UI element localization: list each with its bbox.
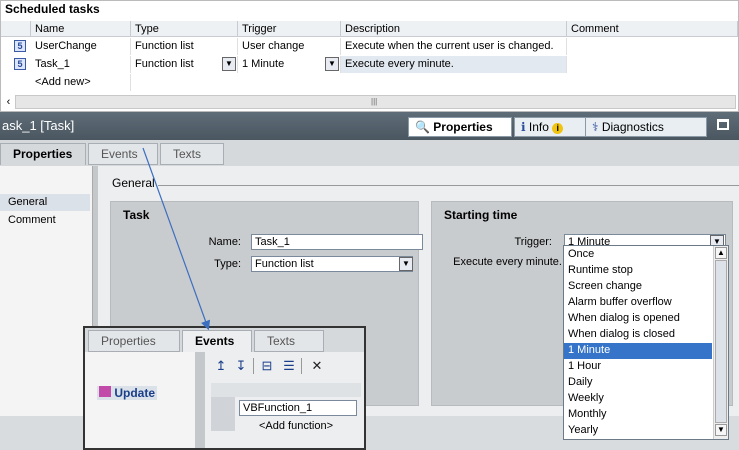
move-up-icon[interactable]: ↥ — [213, 358, 229, 374]
divider — [158, 185, 739, 186]
events-inset: Properties Events Texts Update ↥ ↧ ⊟ ☰ ✕… — [83, 326, 366, 450]
add-function-row[interactable]: <Add function> — [259, 420, 333, 432]
chevron-down-icon[interactable]: ▼ — [222, 57, 236, 71]
task-heading: Task — [123, 208, 150, 222]
info-badge: i — [552, 123, 564, 134]
name-label: Name: — [208, 236, 241, 248]
col-header-name[interactable]: Name — [31, 21, 131, 37]
scroll-thumb[interactable] — [715, 260, 727, 423]
chevron-down-icon[interactable]: ▼ — [715, 424, 727, 436]
table-title: Scheduled tasks — [5, 2, 100, 16]
list-icon[interactable]: ☰ — [281, 358, 297, 374]
type-select[interactable]: Function list — [251, 256, 413, 272]
properties-icon: 🔍 — [415, 120, 430, 134]
function-field[interactable]: VBFunction_1 — [239, 400, 357, 416]
diagnostics-icon: ⚕ — [592, 120, 599, 134]
add-new-row[interactable]: <Add new> — [31, 74, 131, 91]
tab-properties[interactable]: 🔍 Properties — [408, 117, 512, 137]
inset-tab-texts[interactable]: Texts — [254, 330, 324, 352]
cell-description[interactable]: Execute every minute. — [341, 56, 567, 73]
nav-comment[interactable]: Comment — [0, 212, 90, 229]
inset-tab-properties[interactable]: Properties — [88, 330, 180, 352]
row-header-corner — [1, 21, 31, 37]
dropdown-option[interactable]: Runtime stop — [564, 263, 712, 279]
col-header-trigger[interactable]: Trigger — [238, 21, 341, 37]
nav-general[interactable]: General — [0, 194, 90, 211]
inset-splitter[interactable] — [195, 352, 205, 448]
inspector-title: ask_1 [Task] — [2, 118, 75, 133]
nav-update[interactable]: Update — [97, 386, 158, 400]
tab-diagnostics-label: Diagnostics — [601, 120, 664, 134]
tab-texts[interactable]: Texts — [160, 143, 224, 165]
property-tabs: Properties Events Texts — [0, 140, 739, 166]
dropdown-option-selected[interactable]: 1 Minute — [564, 343, 712, 359]
tab-info[interactable]: ℹ Info i — [514, 117, 590, 137]
dropdown-option[interactable]: Yearly — [564, 423, 712, 439]
chevron-left-icon[interactable]: ‹ — [2, 95, 15, 109]
cell-type[interactable]: Function list — [131, 38, 238, 55]
tab-diagnostics[interactable]: ⚕ Diagnostics — [585, 117, 707, 137]
dropdown-option[interactable]: 1 Hour — [564, 359, 712, 375]
event-label: Update — [114, 386, 156, 400]
task-icon: 5 — [14, 40, 26, 52]
dropdown-option[interactable]: When dialog is opened — [564, 311, 712, 327]
dropdown-option[interactable]: Screen change — [564, 279, 712, 295]
row-gutter — [211, 397, 235, 431]
dropdown-option[interactable]: Monthly — [564, 407, 712, 423]
horizontal-scrollbar[interactable]: ||| — [15, 95, 736, 109]
inset-tab-events[interactable]: Events — [182, 330, 252, 352]
dropdown-option[interactable]: When dialog is closed — [564, 327, 712, 343]
col-header-type[interactable]: Type — [131, 21, 238, 37]
dropdown-option[interactable]: Alarm buffer overflow — [564, 295, 712, 311]
event-icon — [99, 386, 111, 397]
dropdown-option[interactable]: Once — [564, 247, 712, 263]
dropdown-option[interactable]: Daily — [564, 375, 712, 391]
name-field[interactable]: Task_1 — [251, 234, 423, 250]
col-header-description[interactable]: Description — [341, 21, 567, 37]
tab-properties-label: Properties — [433, 120, 493, 134]
inset-nav — [85, 352, 195, 448]
every-label: Execute every minute. — [453, 256, 562, 268]
info-icon: ℹ — [521, 120, 526, 134]
cell-trigger[interactable]: User change — [238, 38, 341, 55]
tab-events[interactable]: Events — [88, 143, 158, 165]
cell-name[interactable]: UserChange — [31, 38, 131, 55]
cell-name[interactable]: Task_1 — [31, 56, 131, 73]
inspector-header: ask_1 [Task] 🔍 Properties ℹ Info i ⚕ Dia… — [0, 112, 739, 140]
section-general: General — [112, 176, 155, 190]
trigger-dropdown-list[interactable]: Once Runtime stop Screen change Alarm bu… — [563, 245, 729, 440]
dropdown-option[interactable]: Weekly — [564, 391, 712, 407]
insert-icon[interactable]: ⊟ — [259, 358, 275, 374]
function-list-header — [211, 383, 361, 397]
tab-properties-sub[interactable]: Properties — [0, 143, 86, 165]
dropdown-scrollbar[interactable]: ▲ ▼ — [713, 246, 728, 439]
cell-description[interactable]: Execute when the current user is changed… — [341, 38, 567, 55]
maximize-icon[interactable] — [717, 119, 729, 130]
scroll-grip: ||| — [371, 97, 378, 106]
toolbar-divider — [253, 358, 254, 374]
chevron-up-icon[interactable]: ▲ — [715, 247, 727, 259]
scheduled-tasks-table: Scheduled tasks Name Type Trigger Descri… — [0, 0, 739, 112]
left-navigation: General Comment — [0, 166, 92, 416]
toolbar-divider — [301, 358, 302, 374]
tab-info-label: Info — [528, 120, 549, 134]
type-label: Type: — [214, 258, 241, 270]
chevron-down-icon[interactable]: ▼ — [325, 57, 339, 71]
task-icon: 5 — [14, 58, 26, 70]
starting-time-heading: Starting time — [444, 208, 518, 222]
chevron-down-icon[interactable]: ▼ — [399, 257, 413, 271]
delete-icon[interactable]: ✕ — [309, 358, 325, 374]
col-header-comment[interactable]: Comment — [567, 21, 738, 37]
trigger-label: Trigger: — [514, 236, 553, 248]
move-down-icon[interactable]: ↧ — [233, 358, 249, 374]
